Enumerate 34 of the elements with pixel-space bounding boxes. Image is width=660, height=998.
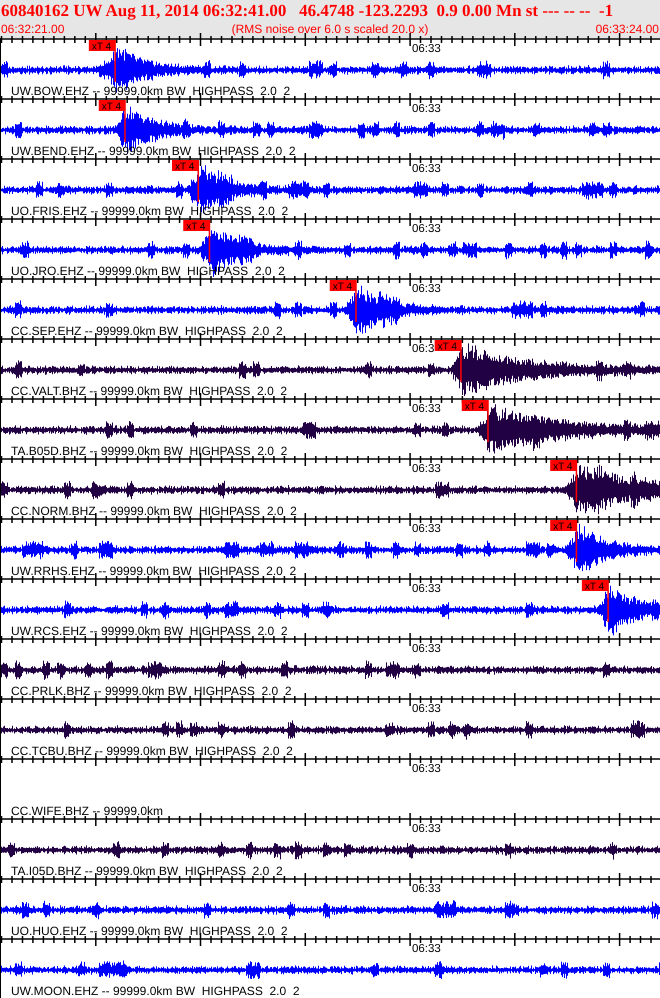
start-time: 06:32:21.00 (1, 22, 64, 36)
channel-label: CC.PRLK.BHZ -- 99999.0km BW HIGHPASS 2.0 2 (11, 684, 292, 698)
end-time: 06:33:24.00 (596, 22, 659, 36)
axis-time-label: 06:33 (412, 43, 441, 55)
channel-label: CC.TCBU.BHZ -- 99999.0km BW HIGHPASS 2.0 2 (11, 744, 293, 758)
channel-label: CC.WIFE.BHZ -- 99999.0km (11, 804, 164, 818)
axis-time-label: 06:33 (412, 943, 441, 955)
event-title: 60840162 UW Aug 11, 2014 06:32:41.00 46.4748 -123.2293 0.9 0.00 Mn st --- -- -- -1 (0, 0, 614, 22)
channel-label: UW.BEND.EHZ -- 99999.0km BW HIGHPASS 2.0 2 (11, 144, 296, 158)
channel-label: CC.SEP.EHZ -- 99999.0km BW HIGHPASS 2.0 2 (11, 324, 283, 338)
channel-label: UW.BOW.EHZ -- 99999.0km BW HIGHPASS 2.0 2 (11, 84, 290, 98)
channel-label: UW.MOON.EHZ -- 99999.0km BW HIGHPASS 2.0 2 (11, 984, 300, 998)
channel-label: TA.B05D.BHZ -- 99999.0km BW HIGHPASS 2.0 2 (11, 444, 288, 458)
axis-time-label: 06:33 (412, 103, 441, 115)
noise-note: (RMS noise over 6.0 s scaled 20.0 x) (232, 22, 428, 36)
axis-time-label: 06:33 (412, 583, 441, 595)
channel-label: TA.I05D.BHZ -- 99999.0km BW HIGHPASS 2.0 2 (11, 864, 283, 878)
channel-label: CC.NORM.BHZ -- 99999.0km BW HIGHPASS 2.0 2 (11, 504, 297, 518)
axis-time-label: 06:33 (412, 883, 441, 895)
axis-time-label: 06:33 (412, 463, 441, 475)
channel-label: UW.RCS.EHZ -- 99999.0km BW HIGHPASS 2.0 2 (11, 624, 288, 638)
axis-time-label: 06:33 (412, 763, 441, 775)
channel-label: UO.HUO.EHZ -- 99999.0km BW HIGHPASS 2.0 2 (11, 924, 288, 938)
axis-time-label: 06:33 (412, 223, 441, 235)
axis-time-label: 06:33 (412, 643, 441, 655)
axis-time-label: 06:33 (412, 403, 441, 415)
axis-time-label: 06:33 (412, 163, 441, 175)
axis-time-label: 06:33 (412, 703, 441, 715)
axis-time-label: 06:33 (412, 523, 441, 535)
channel-label: UW.RRHS.EHZ -- 99999.0km BW HIGHPASS 2.0 2 (11, 564, 296, 578)
axis-time-label: 06:33 (412, 283, 441, 295)
axis-time-label: 06:3 (412, 343, 434, 355)
axis-time-label: 06:33 (412, 823, 441, 835)
channel-label: CC.VALT.BHZ -- 99999.0km BW HIGHPASS 2.0 2 (11, 384, 288, 398)
